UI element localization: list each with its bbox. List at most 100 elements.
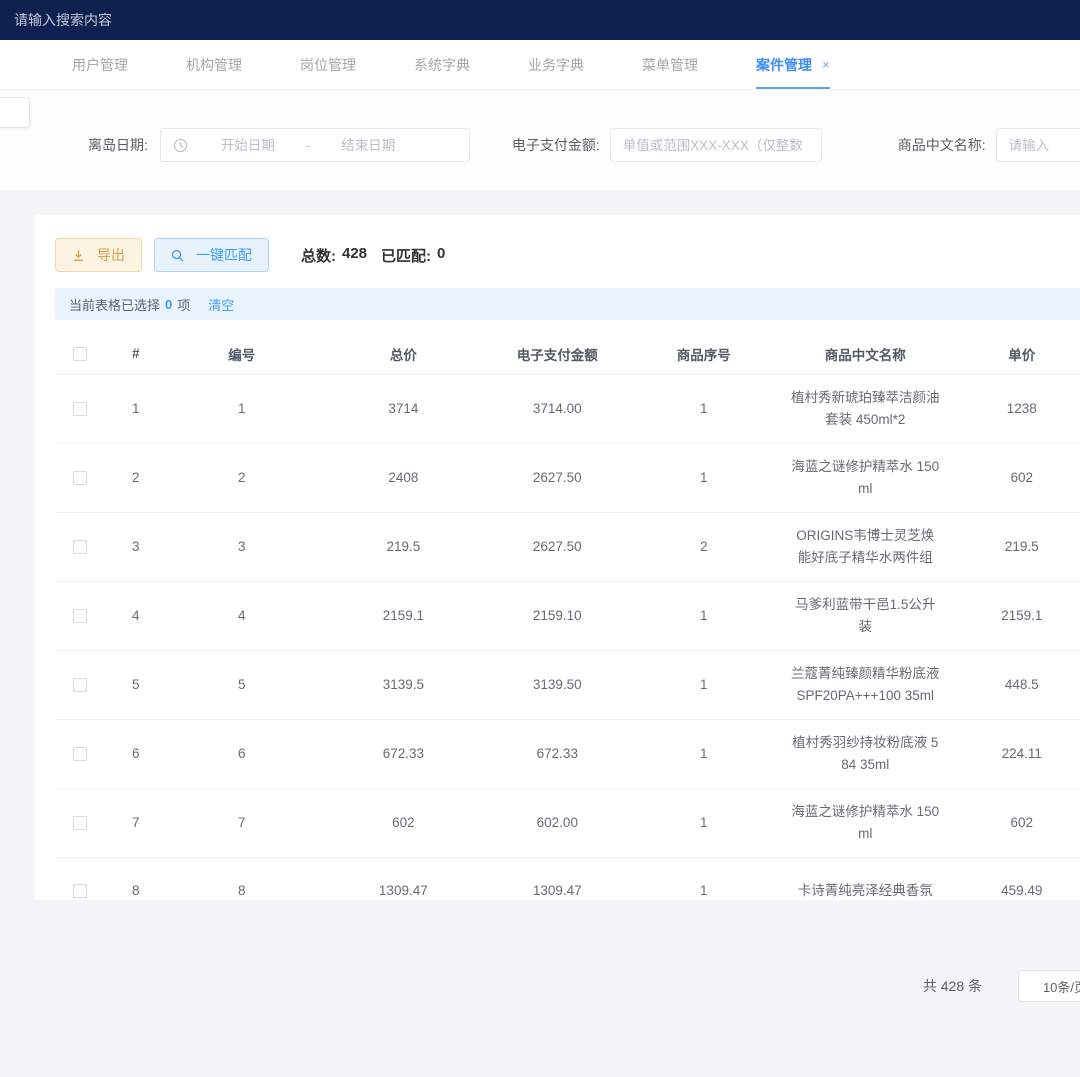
tab-user-management[interactable]: 用户管理 [72,40,128,89]
cell-index: 6 [105,719,166,788]
cell-epay: 1309.47 [489,857,625,900]
cell-total: 219.5 [318,512,490,581]
tab-system-dict[interactable]: 系统字典 [414,40,470,89]
cell-code: 7 [166,788,317,857]
filter-section: 离岛日期: - 电子支付金额: 商品中文名称: [0,90,1080,190]
table-row[interactable]: 1 1 3714 3714.00 1 植村秀新琥珀臻萃洁颜油套装 450ml*2… [55,374,1080,443]
row-checkbox[interactable] [73,402,87,416]
col-header-item-no: 商品序号 [625,334,782,374]
table-header-row: # 编号 总价 电子支付金额 商品序号 商品中文名称 单价 [55,334,1080,374]
col-header-unit-price: 单价 [949,334,1080,374]
tab-org-management[interactable]: 机构管理 [186,40,242,89]
cell-code: 8 [166,857,317,900]
select-all-checkbox[interactable] [73,347,87,361]
header-search-input[interactable] [14,12,334,28]
cell-product-name: 马爹利蓝带干邑1.5公升装 [782,581,949,650]
product-name-label: 商品中文名称: [898,135,986,155]
row-checkbox[interactable] [73,609,87,623]
cell-code: 6 [166,719,317,788]
selection-info-bar: 当前表格已选择 0 项 清空 [55,288,1080,320]
clear-selection-link[interactable]: 清空 [208,295,234,314]
one-click-match-button[interactable]: 一键匹配 [154,238,269,272]
cell-product-name: 海蓝之谜修护精萃水 150ml [782,443,949,512]
cell-index: 1 [105,374,166,443]
cell-item-no: 1 [625,443,782,512]
collapse-handle[interactable] [0,97,30,128]
tab-post-management[interactable]: 岗位管理 [300,40,356,89]
cell-product-name: 海蓝之谜修护精萃水 150ml [782,788,949,857]
row-checkbox[interactable] [73,816,87,830]
cell-total: 1309.47 [318,857,490,900]
row-select-cell [55,788,105,857]
cell-index: 4 [105,581,166,650]
product-name-input[interactable] [996,128,1080,162]
epay-amount-filter: 电子支付金额: [512,128,822,162]
tab-close-icon[interactable]: × [822,57,830,72]
col-header-code: 编号 [166,334,317,374]
end-date-input[interactable] [314,138,422,153]
product-name-filter: 商品中文名称: [898,128,1080,162]
tab-case-management[interactable]: 案件管理 × [756,40,830,89]
search-icon [171,249,190,262]
epay-amount-input[interactable] [610,128,822,162]
table-body: 1 1 3714 3714.00 1 植村秀新琥珀臻萃洁颜油套装 450ml*2… [55,374,1080,900]
cell-epay: 3139.50 [489,650,625,719]
row-checkbox[interactable] [73,747,87,761]
row-select-cell [55,650,105,719]
cell-unit-price: 459.49 [949,857,1080,900]
selection-prefix: 当前表格已选择 [69,295,160,314]
download-icon [72,249,91,262]
table-row[interactable]: 8 8 1309.47 1309.47 1 卡诗菁纯亮泽经典香氛 459.49 [55,857,1080,900]
cell-index: 2 [105,443,166,512]
cell-product-name: 植村秀羽纱持妆粉底液 584 35ml [782,719,949,788]
table-row[interactable]: 5 5 3139.5 3139.50 1 兰蔻菁纯臻颜精华粉底液SPF20PA+… [55,650,1080,719]
export-button[interactable]: 导出 [55,238,142,272]
cell-unit-price: 224.11 [949,719,1080,788]
row-select-cell [55,512,105,581]
cell-unit-price: 2159.1 [949,581,1080,650]
clock-icon [173,138,188,153]
col-header-index: # [105,334,166,374]
cell-code: 2 [166,443,317,512]
depart-date-label: 离岛日期: [88,135,148,155]
top-header-bar [0,0,1080,40]
matched-value: 0 [437,245,445,266]
row-select-cell [55,443,105,512]
table-row[interactable]: 7 7 602 602.00 1 海蓝之谜修护精萃水 150ml 602 [55,788,1080,857]
cell-item-no: 1 [625,581,782,650]
cell-product-name: 卡诗菁纯亮泽经典香氛 [782,857,949,900]
total-value: 428 [342,245,367,266]
table-row[interactable]: 4 4 2159.1 2159.10 1 马爹利蓝带干邑1.5公升装 2159.… [55,581,1080,650]
row-checkbox[interactable] [73,678,87,692]
table-row[interactable]: 3 3 219.5 2627.50 2 ORIGINS韦博士灵芝焕能好底子精华水… [55,512,1080,581]
cell-code: 3 [166,512,317,581]
cell-item-no: 1 [625,374,782,443]
row-select-cell [55,857,105,900]
tab-menu-management[interactable]: 菜单管理 [642,40,698,89]
page-size-select[interactable]: 10条/页 [1018,970,1080,1002]
table-row[interactable]: 6 6 672.33 672.33 1 植村秀羽纱持妆粉底液 584 35ml … [55,719,1080,788]
cell-epay: 602.00 [489,788,625,857]
table-row[interactable]: 2 2 2408 2627.50 1 海蓝之谜修护精萃水 150ml 602 [55,443,1080,512]
tab-business-dict[interactable]: 业务字典 [528,40,584,89]
selection-count: 0 [165,297,172,312]
cell-product-name: ORIGINS韦博士灵芝焕能好底子精华水两件组 [782,512,949,581]
cell-item-no: 1 [625,719,782,788]
date-range-separator: - [302,138,314,153]
cell-unit-price: 1238 [949,374,1080,443]
cell-epay: 2627.50 [489,443,625,512]
cell-unit-price: 448.5 [949,650,1080,719]
row-checkbox[interactable] [73,471,87,485]
table-toolbar: 导出 一键匹配 总数: 428 已匹配: 0 [55,238,1080,272]
start-date-input[interactable] [194,138,302,153]
row-checkbox[interactable] [73,540,87,554]
col-header-total: 总价 [318,334,490,374]
pagination-total: 共 428 条 [923,976,982,996]
cell-total: 2159.1 [318,581,490,650]
row-checkbox[interactable] [73,884,87,898]
cell-unit-price: 602 [949,443,1080,512]
tab-bar: 用户管理 机构管理 岗位管理 系统字典 业务字典 菜单管理 案件管理 × [0,40,1080,90]
date-range-picker[interactable]: - [160,128,470,162]
data-table: # 编号 总价 电子支付金额 商品序号 商品中文名称 单价 1 1 3714 3… [55,334,1080,900]
match-stats: 总数: 428 已匹配: 0 [301,245,445,266]
